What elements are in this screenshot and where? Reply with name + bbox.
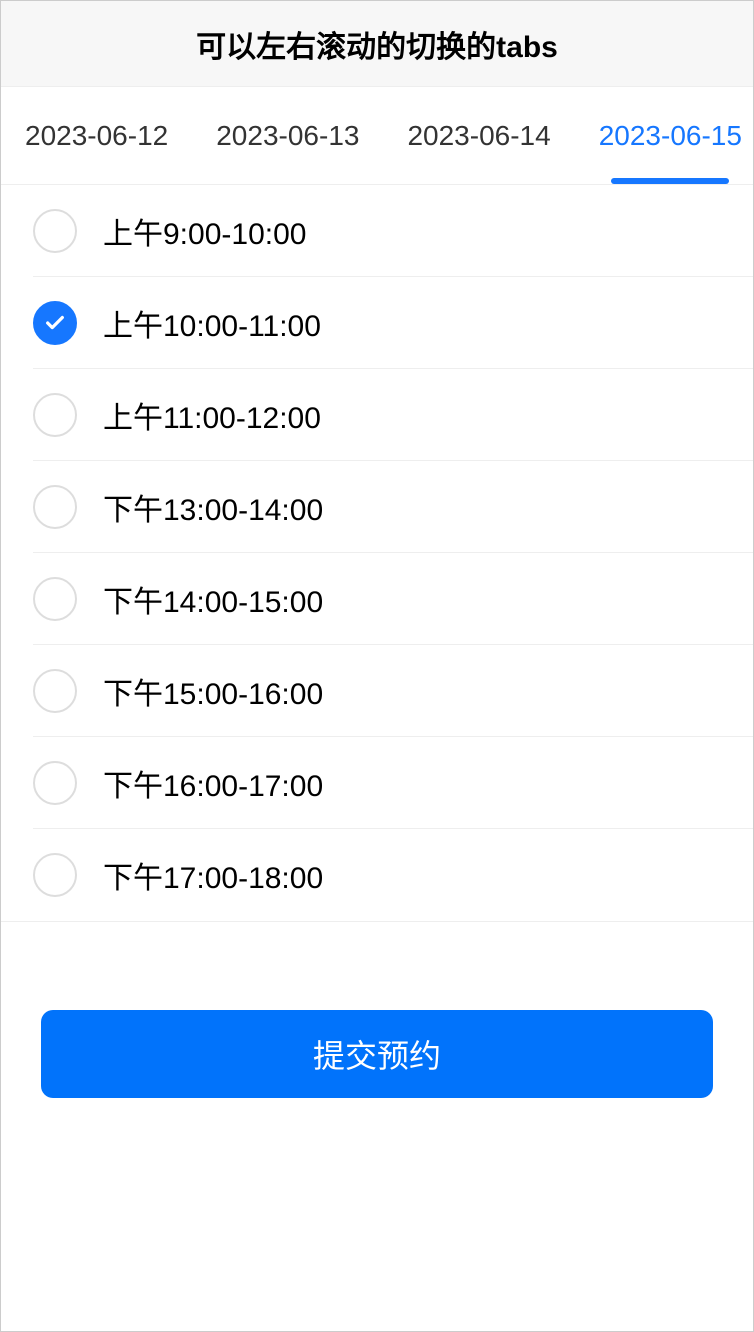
tab-date-1[interactable]: 2023-06-13 bbox=[192, 87, 383, 184]
time-slot-label: 下午13:00-14:00 bbox=[103, 485, 323, 529]
submit-button[interactable]: 提交预约 bbox=[41, 1010, 713, 1098]
radio-button[interactable] bbox=[33, 577, 77, 621]
radio-button[interactable] bbox=[33, 393, 77, 437]
tab-date-0[interactable]: 2023-06-12 bbox=[1, 87, 192, 184]
page-title: 可以左右滚动的切换的tabs bbox=[196, 22, 558, 66]
time-slot-label: 下午17:00-18:00 bbox=[103, 853, 323, 897]
radio-button[interactable] bbox=[33, 761, 77, 805]
tab-label: 2023-06-14 bbox=[407, 120, 550, 152]
time-slot-row[interactable]: 上午9:00-10:00 bbox=[33, 185, 753, 277]
radio-button[interactable] bbox=[33, 485, 77, 529]
header: 可以左右滚动的切换的tabs bbox=[1, 1, 753, 87]
radio-button[interactable] bbox=[33, 853, 77, 897]
tab-label: 2023-06-15 bbox=[599, 120, 742, 152]
check-icon bbox=[44, 312, 66, 334]
time-slot-label: 下午16:00-17:00 bbox=[103, 761, 323, 805]
time-slot-label: 上午11:00-12:00 bbox=[103, 393, 321, 437]
time-slot-row[interactable]: 上午11:00-12:00 bbox=[33, 369, 753, 461]
date-tabs: 2023-06-12 2023-06-13 2023-06-14 2023-06… bbox=[1, 87, 753, 185]
time-slot-row[interactable]: 下午17:00-18:00 bbox=[33, 829, 753, 921]
time-slot-label: 上午10:00-11:00 bbox=[103, 301, 321, 345]
tab-label: 2023-06-12 bbox=[25, 120, 168, 152]
time-slot-label: 下午15:00-16:00 bbox=[103, 669, 323, 713]
time-slot-label: 下午14:00-15:00 bbox=[103, 577, 323, 621]
submit-container: 提交预约 bbox=[1, 922, 753, 1098]
radio-button[interactable] bbox=[33, 669, 77, 713]
tab-date-2[interactable]: 2023-06-14 bbox=[383, 87, 574, 184]
radio-button[interactable] bbox=[33, 301, 77, 345]
submit-button-label: 提交预约 bbox=[313, 1031, 441, 1077]
time-slot-row[interactable]: 下午15:00-16:00 bbox=[33, 645, 753, 737]
time-slot-row[interactable]: 下午14:00-15:00 bbox=[33, 553, 753, 645]
tab-date-3[interactable]: 2023-06-15 bbox=[575, 87, 753, 184]
time-slot-label: 上午9:00-10:00 bbox=[103, 209, 306, 253]
time-slot-list: 上午9:00-10:00 上午10:00-11:00 上午11:00-12:00… bbox=[1, 185, 753, 922]
tab-label: 2023-06-13 bbox=[216, 120, 359, 152]
radio-button[interactable] bbox=[33, 209, 77, 253]
time-slot-row[interactable]: 下午13:00-14:00 bbox=[33, 461, 753, 553]
time-slot-row[interactable]: 上午10:00-11:00 bbox=[33, 277, 753, 369]
time-slot-row[interactable]: 下午16:00-17:00 bbox=[33, 737, 753, 829]
